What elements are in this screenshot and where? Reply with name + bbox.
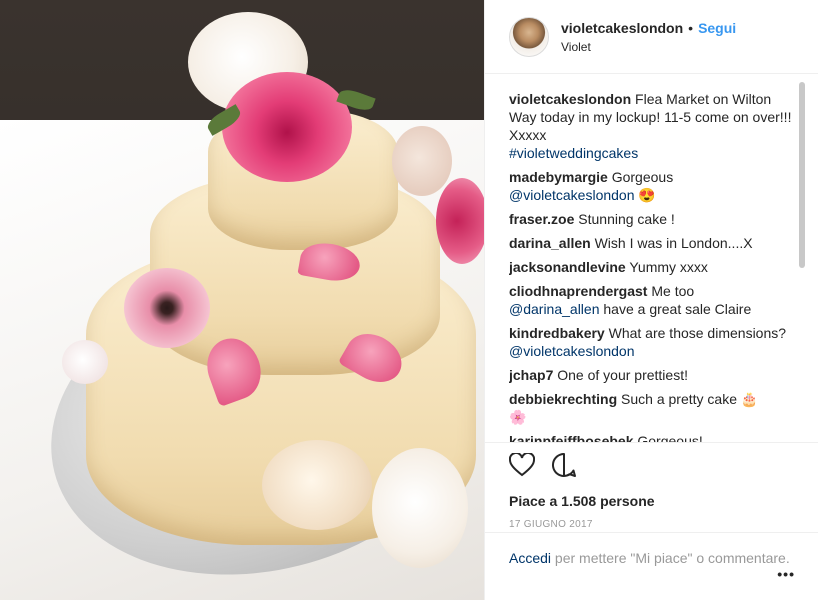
comment-text: One of your prettiest! bbox=[557, 367, 688, 383]
caption-comment: violetcakeslondon Flea Market on Wilton … bbox=[509, 90, 793, 162]
list-item: karinpfeiffbosebek Gorgeous! bbox=[509, 432, 793, 442]
post-header: violetcakeslondon • Segui Violet bbox=[485, 0, 818, 74]
follow-button[interactable]: Segui bbox=[698, 20, 736, 36]
login-link[interactable]: Accedi bbox=[509, 550, 551, 566]
comment-text: Such a pretty cake bbox=[621, 391, 737, 407]
header-row: violetcakeslondon • Segui bbox=[561, 20, 736, 36]
mention-link[interactable]: @darina_allen bbox=[509, 301, 600, 317]
comment-username[interactable]: cliodhnaprendergast bbox=[509, 283, 647, 299]
more-options-icon[interactable]: ••• bbox=[777, 565, 795, 583]
hashtag-link[interactable]: #violetweddingcakes bbox=[509, 145, 638, 161]
mention-link[interactable]: @violetcakeslondon bbox=[509, 187, 635, 203]
photo-sweet-pea bbox=[262, 440, 372, 530]
location-link[interactable]: Violet bbox=[561, 40, 736, 54]
comment-text: Me too bbox=[651, 283, 695, 299]
cake-emoji: 🎂 bbox=[740, 391, 759, 407]
login-prompt: Accedi per mettere "Mi piace" o commenta… bbox=[485, 532, 818, 600]
list-item: jacksonandlevine Yummy xxxx bbox=[509, 258, 793, 276]
comment-username[interactable]: karinpfeiffbosebek bbox=[509, 433, 633, 442]
photo-anemone bbox=[124, 268, 210, 348]
post-side-panel: violetcakeslondon • Segui Violet violetc… bbox=[484, 0, 818, 600]
login-prompt-text: per mettere "Mi piace" o commentare. bbox=[554, 550, 790, 566]
avatar[interactable] bbox=[509, 16, 549, 57]
comment-username[interactable]: kindredbakery bbox=[509, 325, 605, 341]
header-info: violetcakeslondon • Segui Violet bbox=[561, 20, 736, 54]
comment-text: What are those dimensions? bbox=[608, 325, 787, 341]
list-item: jchap7 One of your prettiest! bbox=[509, 366, 793, 384]
comments-list[interactable]: violetcakeslondon Flea Market on Wilton … bbox=[509, 90, 793, 442]
photo-pink-ranunculus bbox=[436, 178, 484, 264]
comment-text: Gorgeous bbox=[611, 169, 674, 185]
author-username[interactable]: violetcakeslondon bbox=[561, 20, 683, 36]
comment-text: Gorgeous! bbox=[637, 433, 703, 442]
post-actions: Piace a 1.508 persone 17 GIUGNO 2017 bbox=[485, 442, 818, 530]
instagram-post-modal: violetcakeslondon • Segui Violet violetc… bbox=[0, 0, 818, 600]
comment-text: Stunning cake ! bbox=[578, 211, 675, 227]
list-item: debbiekrechting Such a pretty cake 🎂 🌸 bbox=[509, 390, 793, 426]
comment-username[interactable]: violetcakeslondon bbox=[509, 91, 631, 107]
photo-white-petal bbox=[62, 340, 108, 384]
comments-scrollbar[interactable] bbox=[799, 80, 805, 440]
comment-username[interactable]: madebymargie bbox=[509, 169, 608, 185]
scrollbar-thumb[interactable] bbox=[799, 82, 805, 268]
list-item: kindredbakery What are those dimensions?… bbox=[509, 324, 793, 360]
heart-eyes-emoji: 😍 bbox=[638, 187, 656, 203]
blossom-emoji: 🌸 bbox=[509, 409, 527, 425]
separator-dot: • bbox=[688, 19, 694, 36]
comment-text: Yummy xxxx bbox=[629, 259, 708, 275]
likes-count[interactable]: Piace a 1.508 persone bbox=[509, 493, 803, 509]
comment-username[interactable]: jacksonandlevine bbox=[509, 259, 626, 275]
list-item: darina_allen Wish I was in London....X bbox=[509, 234, 793, 252]
photo-pink-peony bbox=[222, 72, 352, 182]
list-item: cliodhnaprendergast Me too @darina_allen… bbox=[509, 282, 793, 318]
comment-text: have a great sale Claire bbox=[603, 301, 752, 317]
action-icons bbox=[508, 451, 803, 483]
comment-username[interactable]: fraser.zoe bbox=[509, 211, 574, 227]
comment-text: Wish I was in London....X bbox=[594, 235, 753, 251]
list-item: madebymargie Gorgeous @violetcakeslondon… bbox=[509, 168, 793, 204]
photo-blush-peony bbox=[392, 126, 452, 196]
comment-icon[interactable] bbox=[551, 452, 577, 483]
post-photo[interactable] bbox=[0, 0, 484, 600]
comment-username[interactable]: jchap7 bbox=[509, 367, 553, 383]
heart-icon[interactable] bbox=[508, 451, 536, 482]
mention-link[interactable]: @violetcakeslondon bbox=[509, 343, 635, 359]
comment-username[interactable]: darina_allen bbox=[509, 235, 591, 251]
comment-username[interactable]: debbiekrechting bbox=[509, 391, 617, 407]
list-item: fraser.zoe Stunning cake ! bbox=[509, 210, 793, 228]
photo-white-peony-bottom bbox=[372, 448, 468, 568]
post-date: 17 GIUGNO 2017 bbox=[509, 519, 593, 530]
